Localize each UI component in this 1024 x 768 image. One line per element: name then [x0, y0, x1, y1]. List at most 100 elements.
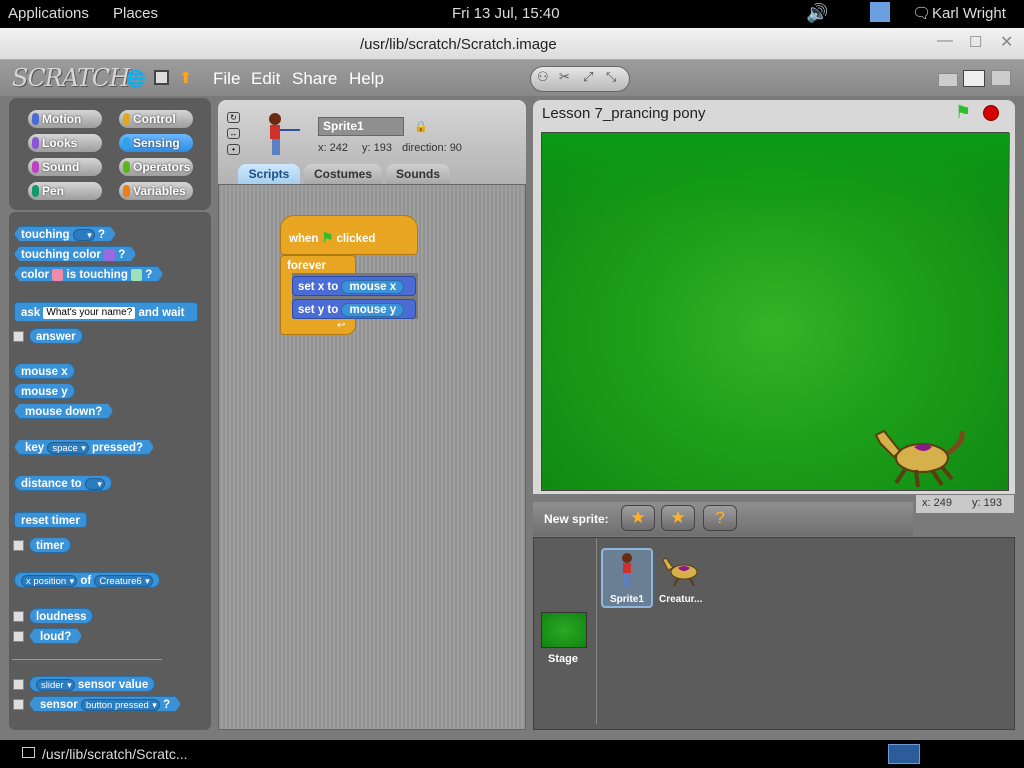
- random-sprite-button[interactable]: ?: [703, 505, 737, 531]
- block-text: set x to: [298, 281, 339, 293]
- category-motion[interactable]: Motion: [28, 110, 102, 128]
- block-sensing-of[interactable]: x position of Creature6: [14, 572, 160, 588]
- horse-sprite[interactable]: [872, 413, 972, 491]
- block-text: pressed?: [91, 442, 144, 454]
- mouse-y-reporter[interactable]: mouse y: [341, 303, 405, 317]
- shrink-icon[interactable]: ⤡: [606, 69, 616, 85]
- taskbar-task[interactable]: /usr/lib/scratch/Scratc...: [42, 746, 187, 762]
- duplicate-icon[interactable]: ⚇: [537, 69, 549, 85]
- tab-sounds[interactable]: Sounds: [386, 164, 450, 184]
- stage-canvas[interactable]: [541, 132, 1010, 491]
- category-looks[interactable]: Looks: [28, 134, 102, 152]
- category-control[interactable]: Control: [119, 110, 193, 128]
- applications-menu[interactable]: Applications: [8, 5, 89, 22]
- block-ask[interactable]: ask What's your name? and wait: [14, 302, 198, 322]
- category-sensing[interactable]: Sensing: [119, 134, 193, 152]
- delete-icon[interactable]: ✂: [559, 69, 570, 85]
- touching-dropdown[interactable]: [73, 229, 95, 241]
- block-color-touching[interactable]: color is touching ?: [14, 266, 163, 282]
- places-menu[interactable]: Places: [113, 5, 158, 22]
- sprite-x: x: 242: [318, 142, 348, 154]
- help-menu[interactable]: Help: [349, 69, 384, 89]
- category-variables[interactable]: Variables: [119, 182, 193, 200]
- close-button[interactable]: ✕: [1000, 32, 1013, 52]
- block-touching[interactable]: touching ?: [14, 226, 116, 242]
- ask-input[interactable]: What's your name?: [43, 306, 136, 319]
- flip-icon[interactable]: ↔: [227, 128, 240, 139]
- block-answer[interactable]: answer: [29, 328, 83, 344]
- creature-tile[interactable]: Creatur...: [656, 550, 712, 608]
- color-swatch[interactable]: [131, 269, 142, 281]
- presentation-mode-icon[interactable]: [991, 70, 1011, 86]
- object-dropdown[interactable]: Creature6: [94, 574, 153, 587]
- user-menu[interactable]: Karl Wright: [932, 5, 1006, 22]
- edit-menu[interactable]: Edit: [251, 69, 280, 89]
- loudness-checkbox[interactable]: [13, 611, 24, 622]
- chat-icon[interactable]: 🗨: [912, 4, 931, 22]
- block-loud[interactable]: loud?: [29, 628, 82, 644]
- sprite1-tile[interactable]: Sprite1: [601, 548, 653, 608]
- attribute-dropdown[interactable]: x position: [21, 574, 78, 587]
- sensor-checkbox[interactable]: [13, 699, 24, 710]
- color-swatch[interactable]: [104, 249, 115, 261]
- lock-icon[interactable]: 🔒: [414, 120, 428, 133]
- category-sound[interactable]: Sound: [28, 158, 102, 176]
- share-menu[interactable]: Share: [292, 69, 337, 89]
- sprite-y: y: 193: [362, 142, 392, 154]
- script-hat-block[interactable]: when ⚑ clicked: [280, 215, 418, 255]
- network-icon[interactable]: [870, 2, 890, 22]
- block-mouse-y[interactable]: mouse y: [14, 383, 75, 399]
- normal-stage-icon[interactable]: [963, 70, 985, 87]
- block-sensor-value[interactable]: slider sensor value: [29, 676, 156, 692]
- script-set-y-block[interactable]: set y to mouse y: [292, 299, 416, 319]
- green-flag-button[interactable]: ⚑: [955, 102, 971, 123]
- block-text: ?: [162, 699, 171, 711]
- sensor-dropdown[interactable]: slider: [36, 678, 75, 691]
- volume-icon[interactable]: 🔊: [806, 3, 828, 24]
- paint-sprite-button[interactable]: ★: [621, 505, 655, 531]
- share-icon[interactable]: ⬆: [179, 68, 192, 88]
- category-pen[interactable]: Pen: [28, 182, 102, 200]
- block-touching-color[interactable]: touching color ?: [14, 246, 136, 262]
- key-dropdown[interactable]: space: [47, 442, 88, 454]
- small-stage-icon[interactable]: [938, 73, 958, 87]
- tab-scripts[interactable]: Scripts: [238, 164, 300, 184]
- category-operators[interactable]: Operators: [119, 158, 193, 176]
- sprite-name-field[interactable]: Sprite1: [318, 117, 404, 136]
- maximize-button[interactable]: ☐: [969, 33, 982, 51]
- answer-checkbox[interactable]: [13, 331, 24, 342]
- block-timer[interactable]: timer: [29, 537, 72, 553]
- category-label: Looks: [42, 136, 78, 150]
- tab-costumes[interactable]: Costumes: [304, 164, 382, 184]
- stop-button[interactable]: [983, 105, 999, 121]
- choose-sprite-button[interactable]: ★: [661, 505, 695, 531]
- block-key-pressed[interactable]: key space pressed?: [14, 439, 154, 455]
- script-set-x-block[interactable]: set x to mouse x: [292, 276, 416, 296]
- block-mouse-x[interactable]: mouse x: [14, 363, 75, 379]
- stage-thumbnail[interactable]: [541, 612, 587, 648]
- file-menu[interactable]: File: [213, 69, 240, 89]
- scripts-area[interactable]: when ⚑ clicked forever set x to mouse x …: [218, 184, 526, 730]
- no-rotate-icon[interactable]: •: [227, 144, 240, 155]
- block-distance-to[interactable]: distance to: [14, 475, 112, 491]
- sensor-bool-dropdown[interactable]: button pressed: [81, 699, 160, 711]
- block-sensor[interactable]: sensor button pressed ?: [29, 696, 181, 712]
- clock[interactable]: Fri 13 Jul, 15:40: [452, 5, 560, 22]
- rotate-icon[interactable]: ↻: [227, 112, 240, 123]
- minimize-button[interactable]: —: [937, 32, 953, 50]
- workspace-switcher[interactable]: [888, 744, 920, 764]
- globe-icon[interactable]: 🌐: [126, 69, 146, 89]
- mouse-x-reporter[interactable]: mouse x: [341, 280, 405, 294]
- color-swatch[interactable]: [52, 269, 63, 281]
- timer-checkbox[interactable]: [13, 540, 24, 551]
- operators-color-dot: [123, 161, 130, 173]
- block-mouse-down[interactable]: mouse down?: [14, 403, 113, 419]
- save-icon[interactable]: [154, 70, 169, 85]
- distance-dropdown[interactable]: [84, 477, 105, 490]
- block-reset-timer[interactable]: reset timer: [14, 512, 87, 528]
- loud-checkbox[interactable]: [13, 631, 24, 642]
- window-title: /usr/lib/scratch/Scratch.image: [360, 36, 557, 53]
- block-loudness[interactable]: loudness: [29, 608, 94, 624]
- sensor-value-checkbox[interactable]: [13, 679, 24, 690]
- grow-icon[interactable]: ⤢: [583, 69, 593, 85]
